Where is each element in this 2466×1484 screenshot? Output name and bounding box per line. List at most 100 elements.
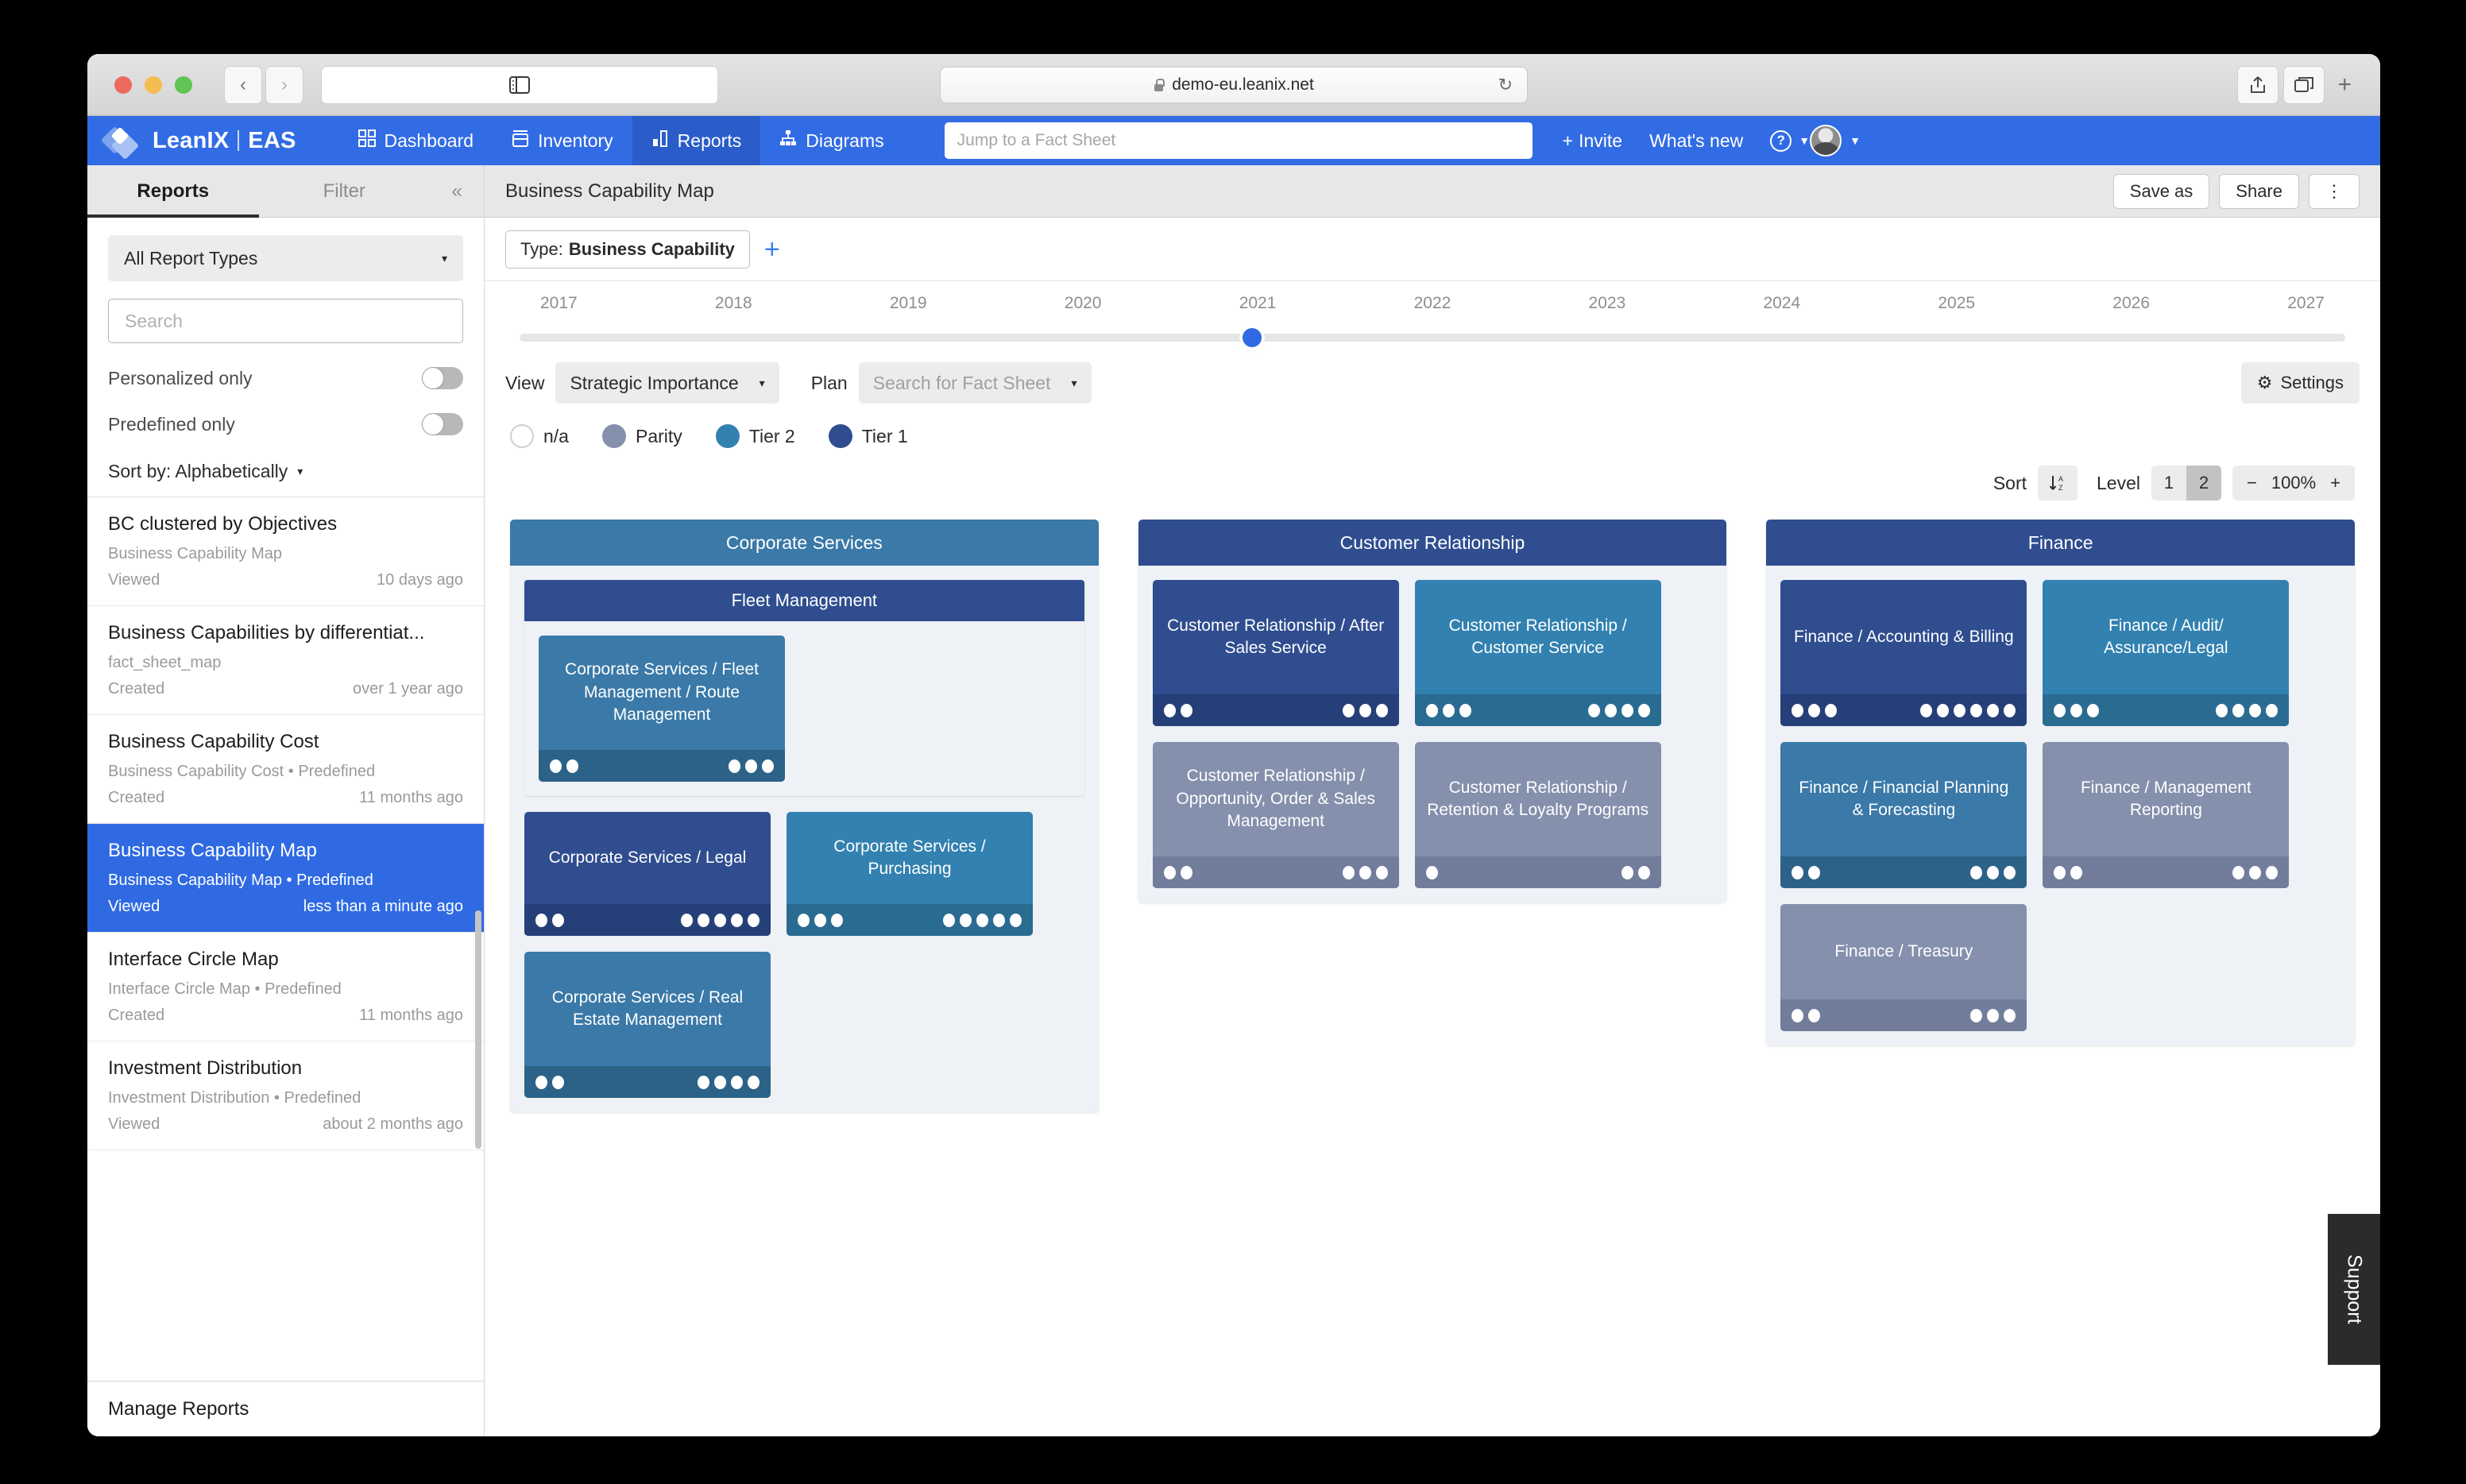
save-as-button[interactable]: Save as (2112, 173, 2210, 209)
plus-icon[interactable]: + (764, 236, 780, 263)
chevron-down-icon: ▾ (441, 251, 447, 265)
pips-left (550, 759, 578, 773)
timeline-slider[interactable]: 2017 2018 2019 2020 2021 2022 2023 2024 … (485, 281, 2380, 347)
report-list[interactable]: BC clustered by Objectives Business Capa… (87, 497, 484, 1381)
legend-item-parity[interactable]: Parity (601, 424, 682, 448)
report-type-select[interactable]: All Report Types ▾ (108, 235, 463, 281)
legend-item-tier2[interactable]: Tier 2 (715, 424, 795, 448)
browser-chrome: ‹ › demo-eu.leanix.net ↻ + (87, 54, 2380, 116)
invite-button[interactable]: + Invite (1563, 130, 1622, 152)
sort-by-dropdown[interactable]: Sort by: Alphabetically ▾ (87, 435, 484, 497)
minimize-window-button[interactable] (145, 75, 162, 94)
kebab-menu-icon[interactable]: ⋮ (2309, 173, 2360, 209)
capability-group-fleet-management: Fleet Management Corporate Services / Fl… (524, 580, 1084, 796)
switch-personalized[interactable] (422, 367, 463, 389)
settings-button[interactable]: ⚙ Settings (2240, 362, 2360, 404)
nav-item-reports[interactable]: Reports (632, 116, 761, 165)
diagrams-icon (779, 129, 797, 152)
plan-select[interactable]: Search for Fact Sheet ▾ (858, 362, 1092, 404)
column-header[interactable]: Corporate Services (510, 520, 1099, 566)
support-tab[interactable]: Support (2328, 1214, 2380, 1365)
nav-item-dashboard[interactable]: Dashboard (339, 116, 493, 165)
pips-left (535, 1075, 564, 1089)
leanix-logo[interactable]: LeanIX EAS (100, 125, 296, 160)
whats-new-link[interactable]: What's new (1649, 130, 1743, 152)
pips-right (1970, 1008, 2016, 1022)
capability-card[interactable]: Corporate Services / Real Estate Managem… (524, 952, 771, 1098)
list-item[interactable]: BC clustered by Objectives Business Capa… (87, 497, 484, 606)
year-label: 2023 (1588, 294, 1626, 312)
forward-icon[interactable]: › (265, 65, 303, 104)
maximize-window-button[interactable] (175, 75, 192, 94)
pips-left (2054, 703, 2100, 717)
address-bar[interactable]: demo-eu.leanix.net ↻ (940, 66, 1528, 103)
list-item-selected[interactable]: Business Capability Map Business Capabil… (87, 824, 484, 933)
capability-card[interactable]: Customer Relationship / Opportunity, Ord… (1152, 742, 1399, 888)
timeline-thumb[interactable] (1243, 328, 1262, 347)
view-select[interactable]: Strategic Importance ▾ (555, 362, 779, 404)
legend: n/a Parity Tier 2 Tier 1 (485, 404, 2380, 448)
chevron-down-icon: ▼ (1799, 134, 1811, 147)
pips-right (1587, 703, 1650, 717)
sidebar-toggle-icon[interactable] (321, 65, 718, 104)
legend-item-na[interactable]: n/a (510, 424, 569, 448)
capability-card[interactable]: Finance / Treasury (1780, 904, 2027, 1031)
sort-az-icon[interactable]: AZ (2038, 466, 2078, 500)
tab-reports[interactable]: Reports (87, 164, 259, 218)
share-button[interactable]: Share (2219, 173, 2299, 209)
settings-label: Settings (2280, 373, 2344, 392)
toggle-personalized-only[interactable]: Personalized only (108, 367, 463, 389)
sidebar-scrollbar[interactable] (475, 910, 481, 1149)
list-item[interactable]: Business Capability Cost Business Capabi… (87, 715, 484, 824)
capability-column-finance: Finance Finance / Accounting & Billing F… (1766, 520, 2356, 1045)
pips-left (1792, 1008, 1821, 1022)
level-button-2[interactable]: 2 (2186, 466, 2221, 500)
column-header[interactable]: Customer Relationship (1138, 520, 1727, 566)
nav-item-diagrams[interactable]: Diagrams (760, 116, 903, 165)
search-input[interactable] (944, 122, 1533, 159)
grid-icon (358, 129, 376, 152)
capability-card[interactable]: Customer Relationship / Customer Service (1414, 580, 1661, 726)
global-search[interactable] (944, 122, 1533, 159)
capability-card[interactable]: Corporate Services / Fleet Management / … (539, 636, 785, 782)
column-header[interactable]: Finance (1766, 520, 2356, 566)
capability-card[interactable]: Finance / Accounting & Billing (1780, 580, 2027, 726)
list-item[interactable]: Business Capabilities by differentiat...… (87, 606, 484, 715)
list-item[interactable]: Interface Circle Map Interface Circle Ma… (87, 933, 484, 1042)
reload-icon[interactable]: ↻ (1498, 75, 1513, 95)
legend-item-tier1[interactable]: Tier 1 (828, 424, 908, 448)
legend-label: n/a (543, 425, 569, 446)
new-tab-button[interactable]: + (2329, 71, 2364, 99)
user-menu[interactable]: ▼ (1810, 125, 1861, 157)
pips-left (1792, 865, 1821, 879)
capability-card[interactable]: Finance / Management Reporting (2043, 742, 2290, 888)
level-button-1[interactable]: 1 (2151, 466, 2186, 500)
chevron-double-left-icon[interactable]: « (430, 180, 484, 203)
capability-card[interactable]: Corporate Services / Purchasing (787, 812, 1033, 936)
plus-icon[interactable]: + (2330, 473, 2340, 493)
back-icon[interactable]: ‹ (224, 65, 262, 104)
capability-card[interactable]: Customer Relationship / Retention & Loya… (1414, 742, 1661, 888)
sort-by-label: Sort by: Alphabetically (108, 461, 288, 481)
manage-reports-link[interactable]: Manage Reports (87, 1381, 484, 1436)
capability-card[interactable]: Customer Relationship / After Sales Serv… (1152, 580, 1399, 726)
minus-icon[interactable]: − (2247, 473, 2257, 493)
switch-predefined[interactable] (422, 413, 463, 435)
toggle-predefined-only[interactable]: Predefined only (108, 413, 463, 435)
report-subtitle: Business Capability Map • Predefined (108, 871, 373, 889)
capability-card[interactable]: Corporate Services / Legal (524, 812, 771, 936)
filter-chip-type[interactable]: Type: Business Capability (505, 230, 750, 269)
close-window-button[interactable] (114, 75, 132, 94)
tab-filter[interactable]: Filter (259, 165, 431, 218)
capability-card[interactable]: Finance / Audit/ Assurance/Legal (2043, 580, 2290, 726)
sidebar-search-input[interactable] (108, 299, 463, 343)
capability-card[interactable]: Finance / Financial Planning & Forecasti… (1780, 742, 2027, 888)
nav-item-inventory[interactable]: Inventory (493, 116, 632, 165)
list-item[interactable]: Investment Distribution Investment Distr… (87, 1042, 484, 1150)
group-header[interactable]: Fleet Management (524, 580, 1084, 621)
share-icon[interactable] (2237, 65, 2279, 104)
help-menu[interactable]: ? ▼ (1770, 129, 1811, 152)
report-subtitle: fact_sheet_map (108, 654, 222, 671)
tabs-icon[interactable] (2283, 65, 2325, 104)
timeline-track[interactable] (520, 328, 2345, 347)
